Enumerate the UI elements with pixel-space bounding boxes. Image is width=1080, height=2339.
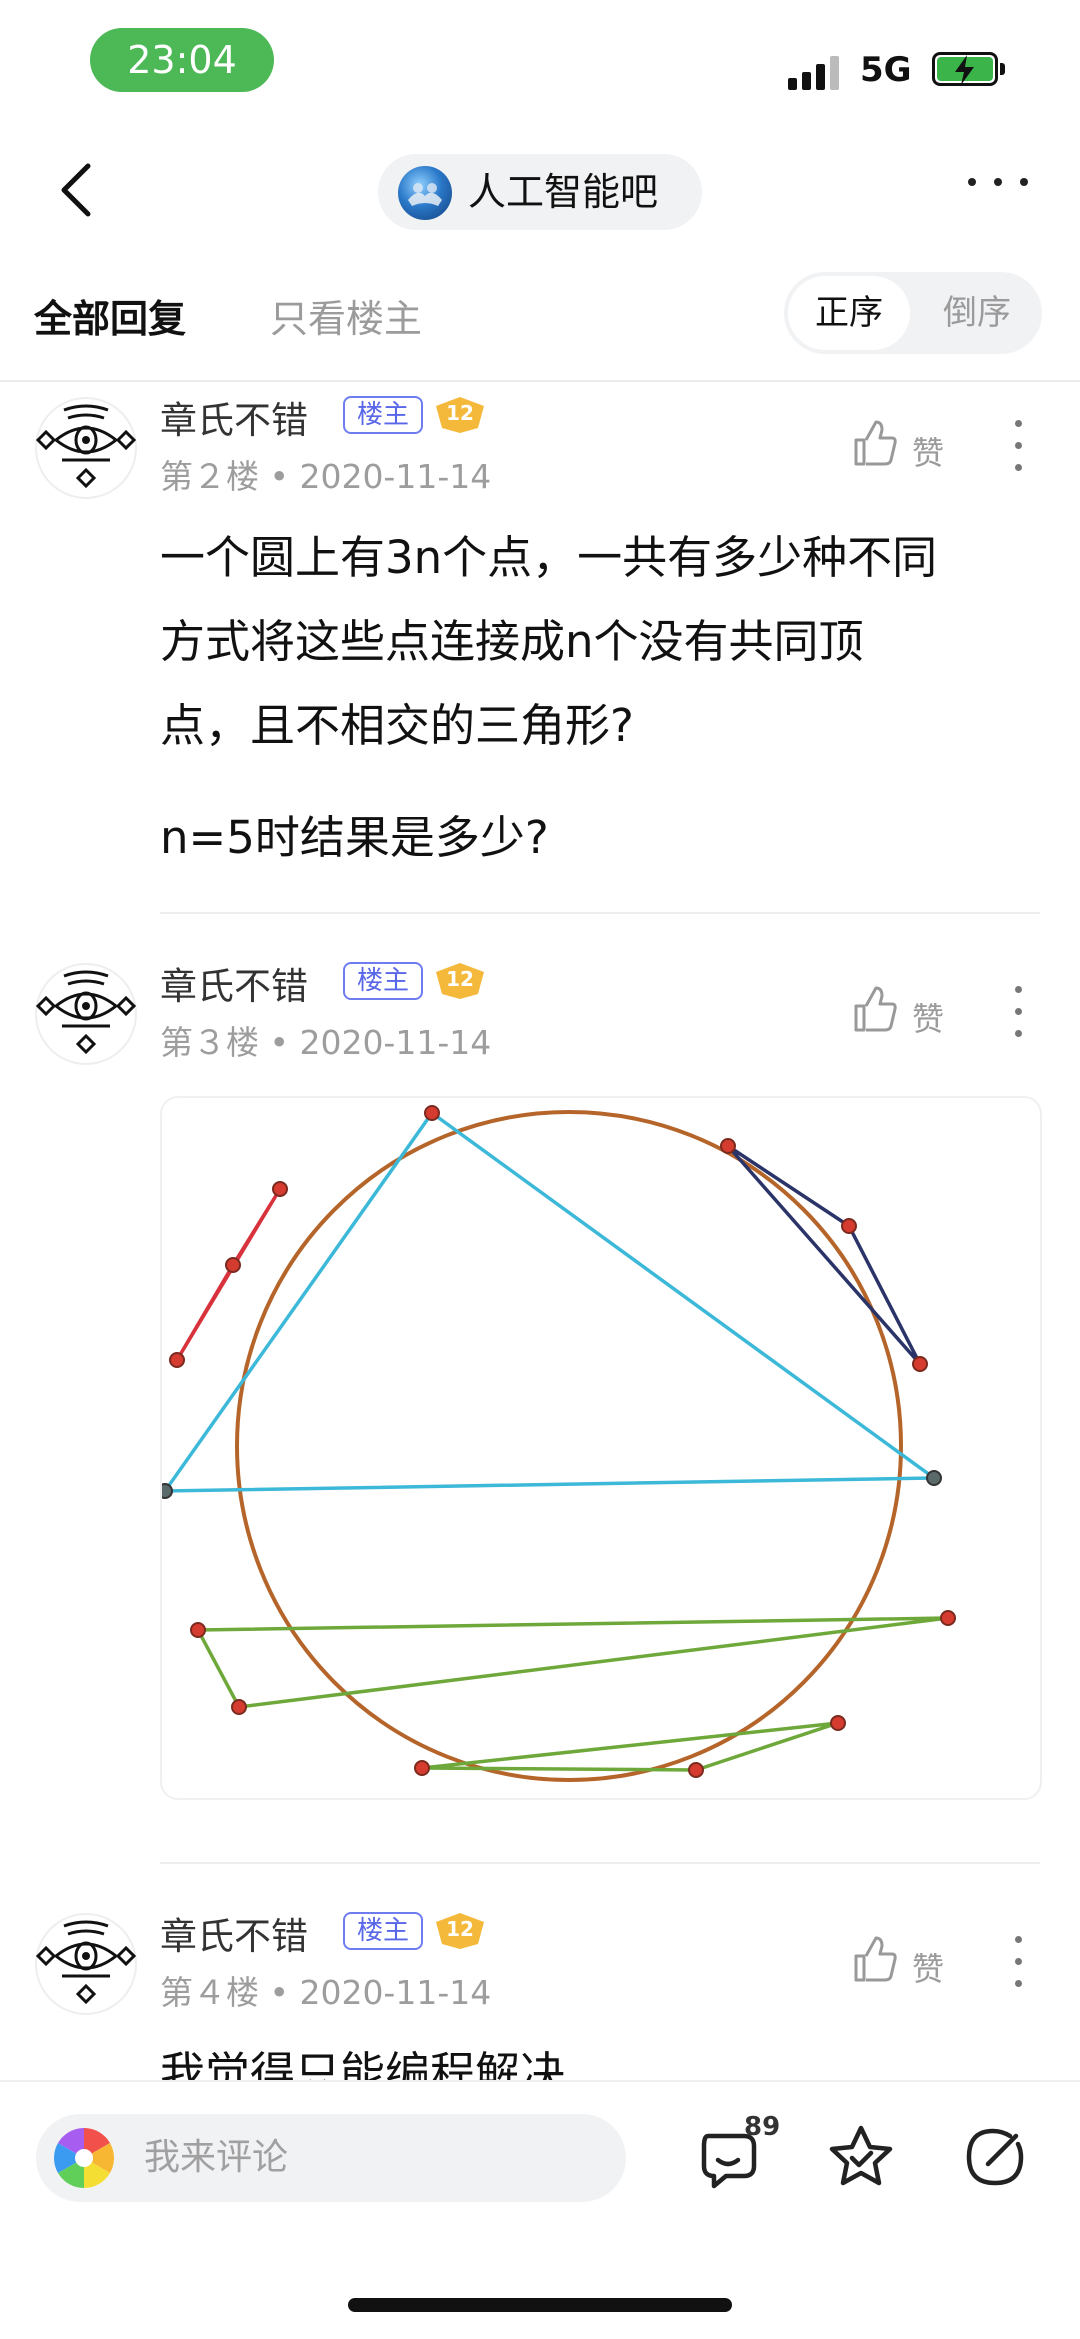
more-options-icon[interactable] <box>966 172 1030 192</box>
op-badge: 楼主 <box>343 396 423 434</box>
triangle-red <box>175 1188 282 1361</box>
like-button[interactable]: 赞 <box>852 984 962 1044</box>
triangle-green-1 <box>195 1616 949 1709</box>
triangle-navy <box>726 1144 922 1366</box>
circle-triangles-diagram <box>162 1105 956 1782</box>
like-label: 赞 <box>912 1950 945 1988</box>
post-image[interactable] <box>160 1096 1042 1800</box>
tab-op-only[interactable]: 只看楼主 <box>270 288 422 343</box>
signal-icon <box>788 54 844 90</box>
like-button[interactable]: 赞 <box>852 1934 962 1994</box>
post-text-line: 方式将这些点连接成n个没有共同顶 <box>160 615 864 668</box>
star-icon <box>829 2125 893 2186</box>
post-text-line: 点，且不相交的三角形? <box>160 699 634 752</box>
level-badge: 12 <box>434 962 486 1000</box>
order-toggle: 正序 倒序 <box>784 272 1042 354</box>
thumbs-up-icon <box>854 986 897 1032</box>
author-name[interactable]: 章氏不错 <box>160 956 308 1010</box>
comment-placeholder: 我来评论 <box>144 2137 289 2178</box>
post-menu-icon[interactable] <box>1010 420 1026 472</box>
status-bar: 23:04 5G <box>0 0 1080 120</box>
op-badge: 楼主 <box>343 1912 423 1950</box>
post-menu-icon[interactable] <box>1010 1936 1026 1988</box>
divider <box>160 912 1040 914</box>
avatar[interactable] <box>34 396 138 500</box>
like-label: 赞 <box>912 1000 945 1038</box>
floor-info: 第４楼 • 2020-11-14 <box>160 1973 492 2012</box>
share-button[interactable] <box>960 2122 1030 2192</box>
author-name[interactable]: 章氏不错 <box>160 1906 308 1960</box>
triangle-green-2 <box>421 1721 839 1772</box>
thumbs-up-icon <box>854 1936 897 1982</box>
triangle-blue <box>162 1110 940 1493</box>
forum-avatar <box>398 166 452 220</box>
filter-row: 全部回复 只看楼主 正序 倒序 <box>0 270 1080 382</box>
level-badge: 12 <box>434 1912 486 1950</box>
op-badge: 楼主 <box>343 962 423 1000</box>
share-icon <box>966 2128 1024 2186</box>
post-text-line: 一个圆上有3n个点，一共有多少种不同 <box>160 531 938 584</box>
eye-logo-icon <box>35 1913 137 2015</box>
battery-icon <box>932 52 1006 88</box>
tab-all-replies[interactable]: 全部回复 <box>34 288 186 343</box>
like-label: 赞 <box>912 434 945 472</box>
reply-count: 89 <box>744 2112 781 2142</box>
back-button[interactable] <box>50 154 110 226</box>
floor-info: 第３楼 • 2020-11-14 <box>160 1023 492 1062</box>
pinwheel-icon <box>53 2128 115 2188</box>
post-menu-icon[interactable] <box>1010 986 1026 1038</box>
post-body: 一个圆上有3n个点，一共有多少种不同 方式将这些点连接成n个没有共同顶 点，且不… <box>160 516 1050 880</box>
floor-info: 第２楼 • 2020-11-14 <box>160 457 492 496</box>
author-name[interactable]: 章氏不错 <box>160 390 308 444</box>
network-type: 5G <box>860 50 912 90</box>
eye-logo-icon <box>35 397 137 499</box>
order-asc-button[interactable]: 正序 <box>788 276 910 350</box>
nav-bar: 人工智能吧 <box>0 130 1080 250</box>
forum-chip[interactable]: 人工智能吧 <box>378 154 702 230</box>
avatar[interactable] <box>34 1912 138 2016</box>
favorite-button[interactable] <box>826 2122 896 2192</box>
avatar[interactable] <box>34 962 138 1066</box>
like-button[interactable]: 赞 <box>852 418 962 478</box>
comment-input[interactable]: 我来评论 <box>36 2114 626 2202</box>
eye-logo-icon <box>35 963 137 1065</box>
forum-name: 人工智能吧 <box>468 170 659 214</box>
back-arrow-icon <box>61 163 91 217</box>
level-badge: 12 <box>434 396 486 434</box>
order-desc-button[interactable]: 倒序 <box>916 276 1038 350</box>
status-time: 23:04 <box>90 28 274 92</box>
post-text-line: n=5时结果是多少? <box>160 811 549 864</box>
divider <box>160 1862 1040 1864</box>
thumbs-up-icon <box>854 420 897 466</box>
home-indicator[interactable] <box>348 2298 732 2312</box>
